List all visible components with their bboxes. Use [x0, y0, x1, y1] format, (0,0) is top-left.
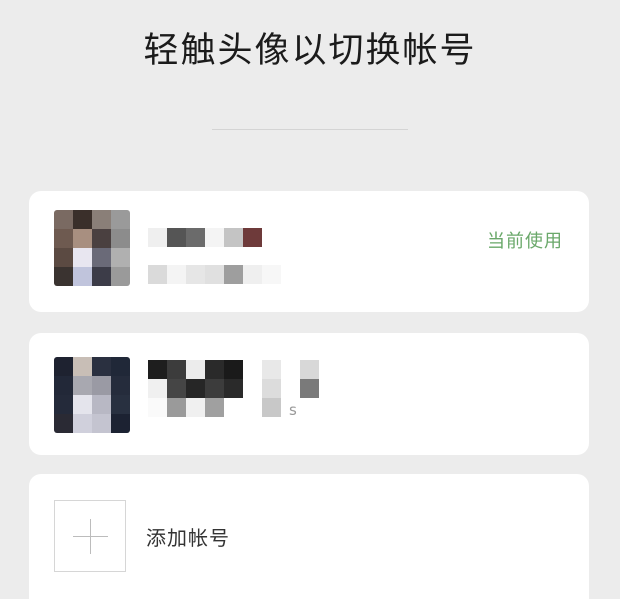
account-id-pixelated: [148, 265, 281, 284]
plus-icon-vertical: [90, 519, 91, 554]
avatar[interactable]: [54, 357, 130, 433]
divider: [212, 129, 408, 130]
add-account-button[interactable]: 添加帐号: [29, 474, 589, 599]
avatar[interactable]: [54, 210, 130, 286]
account-card-current[interactable]: 当前使用: [29, 191, 589, 312]
account-name-pixelated: [148, 360, 319, 379]
current-account-badge: 当前使用: [487, 231, 563, 252]
add-account-icon-box[interactable]: [54, 500, 126, 572]
account-name-fragment: s: [289, 401, 297, 419]
account-card[interactable]: s: [29, 333, 589, 455]
account-name-pixelated: [148, 228, 262, 247]
account-name-pixelated-row2: [148, 379, 319, 398]
page-title: 轻触头像以切换帐号: [143, 31, 477, 71]
add-account-label[interactable]: 添加帐号: [146, 522, 230, 551]
